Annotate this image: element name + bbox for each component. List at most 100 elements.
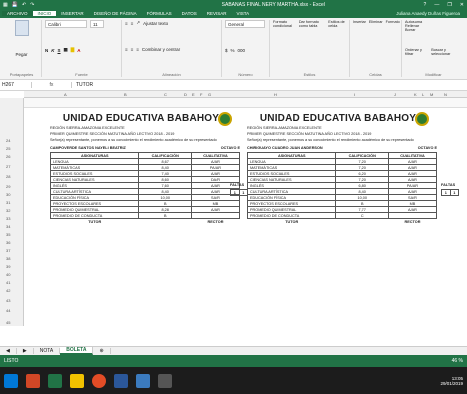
font-name-select[interactable]: Calibri <box>45 20 87 28</box>
col-n[interactable]: N <box>444 92 447 97</box>
rector-signature[interactable]: RECTOR <box>191 219 239 225</box>
col-d[interactable]: D <box>184 92 187 97</box>
row-35[interactable]: 35 <box>6 232 10 237</box>
tab-data[interactable]: DATOS <box>177 11 202 16</box>
bold-button[interactable]: N <box>45 48 48 53</box>
close-button[interactable]: ✕ <box>460 2 464 8</box>
fx-icon[interactable]: fx <box>32 82 72 88</box>
sheet-tab-boleta[interactable]: BOLETA <box>60 347 94 355</box>
find-select-button[interactable]: Buscar y seleccionar <box>431 48 462 56</box>
sort-filter-button[interactable]: Ordenar y filtrar <box>405 48 428 56</box>
row-28[interactable]: 28 <box>6 174 10 179</box>
align-right-icon[interactable]: ≡ <box>136 47 139 52</box>
row-27[interactable]: 27 <box>6 164 10 169</box>
paste-button[interactable]: Pegar <box>5 52 38 57</box>
wrap-text-button[interactable]: Ajustar texto <box>143 21 168 26</box>
currency-icon[interactable]: $ <box>225 48 228 53</box>
undo-icon[interactable]: ↶ <box>22 2 26 8</box>
row-36[interactable]: 36 <box>6 240 10 245</box>
explorer-icon[interactable] <box>70 373 84 388</box>
row-29[interactable]: 29 <box>6 184 10 189</box>
tab-file[interactable]: ARCHIVO <box>2 11 33 16</box>
sheet-tab-nota[interactable]: NOTA <box>34 348 61 354</box>
col-f[interactable]: F <box>200 92 202 97</box>
row-37[interactable]: 37 <box>6 248 10 253</box>
align-middle-icon[interactable]: ≡ <box>131 21 134 26</box>
tab-formulas[interactable]: FÓRMULAS <box>142 11 177 16</box>
row-25[interactable]: 25 <box>6 146 10 151</box>
font-color-icon[interactable]: A <box>77 48 80 53</box>
underline-button[interactable]: S <box>58 48 61 53</box>
account-name[interactable]: Juliana Anaedy Duñas Figueroa <box>391 11 465 16</box>
col-l[interactable]: L <box>422 92 424 97</box>
row-32[interactable]: 32 <box>6 208 10 213</box>
align-left-icon[interactable]: ≡ <box>125 47 128 52</box>
col-e[interactable]: E <box>192 92 195 97</box>
worksheet[interactable]: A B C D E F G H I J K L M N 24 25 26 27 … <box>0 91 467 326</box>
row-39[interactable]: 39 <box>6 264 10 269</box>
row-34[interactable]: 34 <box>6 224 10 229</box>
italic-button[interactable]: K <box>51 48 54 53</box>
name-box[interactable]: H267 <box>0 82 32 88</box>
row-44[interactable]: 44 <box>6 308 10 313</box>
borders-icon[interactable]: ▦ <box>64 47 68 53</box>
row-30[interactable]: 30 <box>6 192 10 197</box>
comma-icon[interactable]: 000 <box>238 48 246 53</box>
tab-page-layout[interactable]: DISEÑO DE PÁGINA <box>89 11 142 16</box>
col-c[interactable]: C <box>164 92 167 97</box>
tutor-signature[interactable]: TUTOR <box>248 219 336 225</box>
row-26[interactable]: 26 <box>6 154 10 159</box>
col-a[interactable]: A <box>64 92 67 97</box>
number-format-select[interactable]: General <box>225 20 265 28</box>
help-button[interactable]: ? <box>424 2 427 8</box>
col-k[interactable]: K <box>414 92 417 97</box>
percent-icon[interactable]: % <box>231 48 235 53</box>
app-icon[interactable] <box>136 373 150 388</box>
absences-value[interactable]: 1 <box>441 189 451 196</box>
minimize-button[interactable]: — <box>434 2 439 8</box>
media-icon[interactable] <box>158 373 172 388</box>
tab-insert[interactable]: INSERTAR <box>56 11 88 16</box>
tab-view[interactable]: VISTA <box>232 11 255 16</box>
row-42[interactable]: 42 <box>6 288 10 293</box>
format-cells-button[interactable]: Formato <box>386 20 400 24</box>
col-m[interactable]: M <box>430 92 433 97</box>
col-i[interactable]: I <box>354 92 355 97</box>
row-24[interactable]: 24 <box>6 138 10 143</box>
zoom-level[interactable]: 46 % <box>452 358 463 364</box>
align-top-icon[interactable]: ≡ <box>125 21 128 26</box>
col-g[interactable]: G <box>208 92 211 97</box>
restore-button[interactable]: ❐ <box>447 2 451 8</box>
conditional-format-button[interactable]: Formato condicional <box>273 20 296 28</box>
align-center-icon[interactable]: ≡ <box>131 47 134 52</box>
absences-value[interactable]: 1 <box>230 189 240 196</box>
rector-signature[interactable]: RECTOR <box>388 219 436 225</box>
redo-icon[interactable]: ↷ <box>30 2 34 8</box>
delete-cells-button[interactable]: Eliminar <box>369 20 383 24</box>
row-45[interactable]: 45 <box>6 320 10 325</box>
font-size-select[interactable]: 11 <box>90 20 104 28</box>
system-clock[interactable]: 13:05 29/01/2019 <box>440 376 467 386</box>
merge-center-button[interactable]: Combinar y centrar <box>142 47 180 52</box>
add-sheet-icon[interactable]: ⊕ <box>93 348 111 354</box>
formula-input[interactable]: TUTOR <box>72 82 93 88</box>
absences-value[interactable]: 1 <box>449 189 459 196</box>
col-j[interactable]: J <box>394 92 396 97</box>
row-41[interactable]: 41 <box>6 280 10 285</box>
chrome-icon[interactable] <box>92 373 106 388</box>
tab-next-icon[interactable]: ▶ <box>17 348 34 354</box>
row-33[interactable]: 33 <box>6 216 10 221</box>
tutor-signature[interactable]: TUTOR <box>51 219 139 225</box>
row-40[interactable]: 40 <box>6 272 10 277</box>
save-icon[interactable]: 💾 <box>12 2 18 8</box>
insert-cells-button[interactable]: Insertar <box>353 20 366 24</box>
col-b[interactable]: B <box>124 92 127 97</box>
word-icon[interactable] <box>114 373 128 388</box>
powerpoint-icon[interactable] <box>26 373 40 388</box>
cell-styles-button[interactable]: Estilos de celda <box>328 20 346 28</box>
orientation-icon[interactable]: ↗ <box>136 20 140 26</box>
table-format-button[interactable]: Dar formato como tabla <box>299 20 325 28</box>
tab-review[interactable]: REVISAR <box>202 11 232 16</box>
excel-icon[interactable] <box>48 373 62 388</box>
row-38[interactable]: 38 <box>6 256 10 261</box>
